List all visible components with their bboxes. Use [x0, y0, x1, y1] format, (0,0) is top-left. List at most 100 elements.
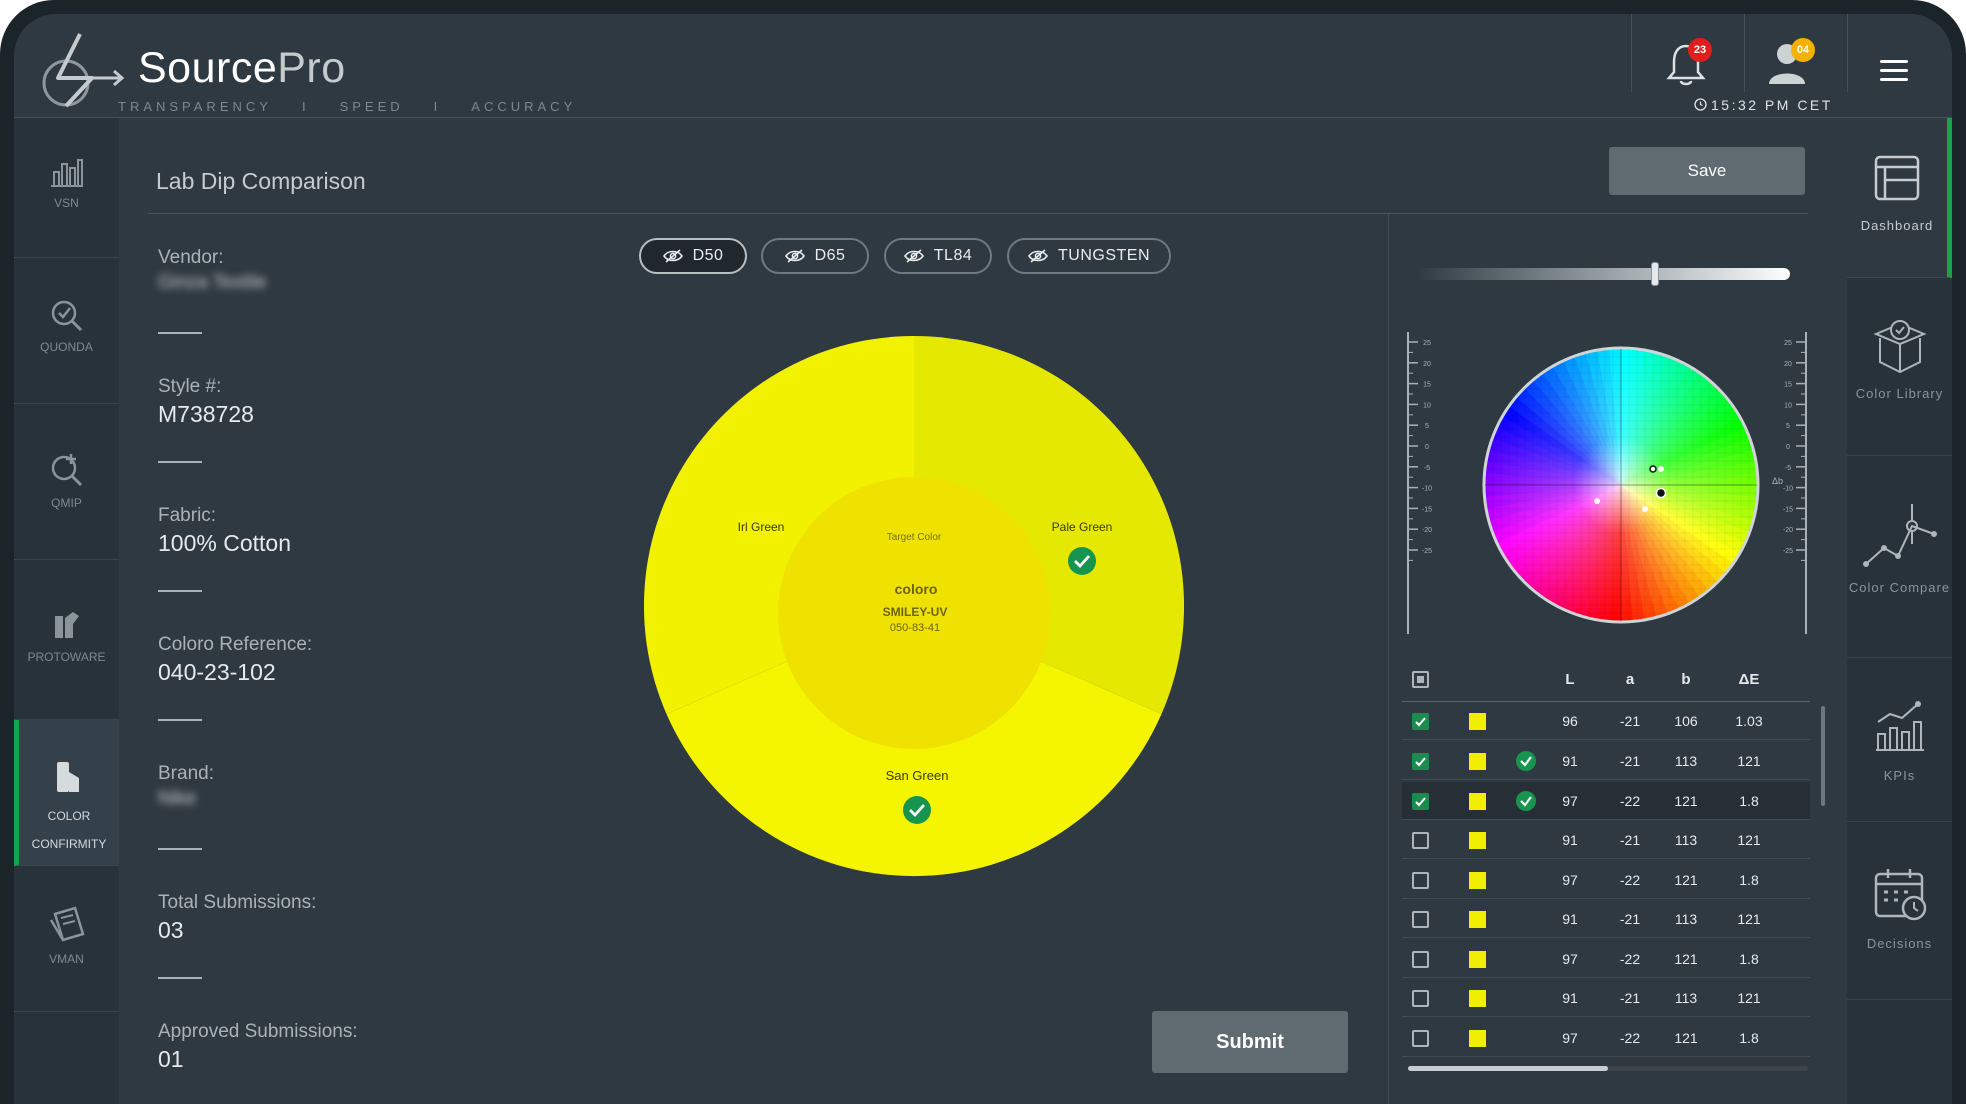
brand-label: Brand: — [158, 763, 214, 784]
intensity-slider-track[interactable] — [1416, 268, 1790, 280]
sidebar-item-label: QUONDA — [40, 340, 93, 354]
illuminant-tungsten[interactable]: TUNGSTEN — [1007, 238, 1171, 274]
dashboard-icon — [1874, 155, 1920, 201]
scale-tick-label: -20 — [1422, 527, 1432, 534]
field-divider — [158, 719, 202, 721]
sidebar-item-vsn[interactable]: VSN — [14, 118, 119, 258]
cell-b: 113 — [1674, 753, 1698, 769]
approved-check-icon — [1516, 791, 1536, 811]
table-row[interactable]: 91 -21 113 121 — [1402, 742, 1810, 780]
select-all-checkbox[interactable] — [1412, 671, 1429, 688]
lab-point[interactable] — [1658, 466, 1664, 472]
table-vertical-scrollbar[interactable] — [1821, 706, 1825, 806]
lab-point[interactable] — [1655, 487, 1667, 499]
illuminant-d50[interactable]: D50 — [639, 238, 747, 274]
lab-point[interactable] — [1642, 506, 1648, 512]
segment-label-san-green: San Green — [886, 768, 949, 783]
illuminant-label: TUNGSTEN — [1058, 247, 1150, 264]
sidebar-item-protoware[interactable]: PROTOWARE — [14, 560, 119, 720]
sidebar-item-dashboard[interactable]: Dashboard — [1847, 118, 1952, 278]
sidebar-item-vman[interactable]: VMAN — [14, 866, 119, 1012]
column-header-delta-e: ΔE — [1738, 671, 1760, 688]
field-divider — [158, 977, 202, 979]
sidebar-item-label: Decisions — [1866, 936, 1933, 951]
header-divider — [1631, 14, 1632, 92]
submit-button[interactable]: Submit — [1152, 1011, 1348, 1073]
hamburger-menu-icon[interactable] — [1880, 60, 1908, 82]
cell-l: 97 — [1562, 951, 1578, 967]
intensity-slider-handle[interactable] — [1651, 262, 1660, 286]
scale-tick-label: -10 — [1783, 486, 1793, 493]
sidebar-item-qmip[interactable]: QMIP — [14, 404, 119, 560]
cell-delta-e: 121 — [1737, 990, 1761, 1006]
row-checkbox[interactable] — [1412, 1030, 1429, 1047]
table-row[interactable]: 97 -22 121 1.8 — [1402, 940, 1810, 978]
sidebar-item-label: PROTOWARE — [27, 650, 106, 664]
tagline: TRANSPARENCY I SPEED I ACCURACY — [118, 99, 577, 114]
column-header-b: b — [1681, 671, 1691, 688]
table-row[interactable]: 91 -21 113 121 — [1402, 900, 1810, 938]
garment-icon — [54, 612, 79, 638]
scale-tick-label: 25 — [1784, 340, 1792, 347]
lab-point[interactable] — [1594, 498, 1600, 504]
sidebar-item-quonda[interactable]: QUONDA — [14, 258, 119, 404]
illuminant-d65[interactable]: D65 — [761, 238, 869, 274]
scale-tick-label: -15 — [1422, 506, 1432, 513]
user-profile-button[interactable]: 04 — [1767, 34, 1819, 90]
total-submissions-label: Total Submissions: — [158, 892, 317, 913]
right-sidebar: Dashboard Color Library Color Compare KP… — [1847, 118, 1952, 1104]
save-button[interactable]: Save — [1609, 147, 1805, 195]
row-checkbox[interactable] — [1412, 911, 1429, 928]
bar-chart-icon — [50, 159, 83, 187]
sidebar-item-color-library[interactable]: Color Library — [1847, 278, 1952, 456]
left-sidebar: VSN QUONDA QMIP PROTOWARE COLOR CONFIRMI… — [14, 118, 119, 1104]
sidebar-item-color-confirmity[interactable]: COLOR CONFIRMITY — [14, 720, 119, 866]
notifications-button[interactable]: 23 — [1666, 34, 1714, 90]
field-divider — [158, 590, 202, 592]
row-checkbox[interactable] — [1412, 990, 1429, 1007]
sidebar-item-label: VSN — [54, 196, 79, 210]
table-row[interactable]: 97 -22 121 1.8 — [1402, 861, 1810, 899]
cell-l: 91 — [1562, 753, 1578, 769]
scale-tick-label: 15 — [1423, 382, 1431, 389]
cell-l: 91 — [1562, 911, 1578, 927]
cell-l: 97 — [1562, 793, 1578, 809]
scale-tick-label: 25 — [1423, 340, 1431, 347]
illuminant-label: TL84 — [933, 247, 973, 264]
table-horizontal-scrollbar[interactable] — [1408, 1066, 1808, 1071]
lab-point[interactable] — [1649, 465, 1657, 473]
row-checkbox[interactable] — [1412, 793, 1429, 810]
app-screen: SourcePro TRANSPARENCY I SPEED I ACCURACY 23… — [14, 14, 1952, 1104]
row-checkbox[interactable] — [1412, 713, 1429, 730]
magnifier-plus-icon — [51, 454, 82, 487]
cell-a: -21 — [1619, 990, 1641, 1006]
vendor-value: Ginza Textile — [158, 272, 267, 293]
sidebar-item-color-compare[interactable]: Color Compare — [1847, 456, 1952, 658]
column-header-l: L — [1565, 671, 1575, 688]
top-header: SourcePro TRANSPARENCY I SPEED I ACCURACY 23… — [14, 14, 1952, 118]
sidebar-item-decisions[interactable]: Decisions — [1847, 822, 1952, 1000]
coloro-brand-text: coloro — [895, 581, 938, 597]
lab-dip-wheel: Irl Green Pale Green San Green Target Co… — [643, 336, 1185, 877]
table-row[interactable]: 91 -21 113 121 — [1402, 821, 1810, 859]
row-checkbox[interactable] — [1412, 753, 1429, 770]
table-row[interactable]: 96 -21 106 1.03 — [1402, 702, 1810, 740]
box-icon — [1872, 320, 1927, 374]
row-checkbox[interactable] — [1412, 832, 1429, 849]
right-scale: 25 20 15 10 5 0 -5 -10 -15 -20 -25 — [1783, 340, 1806, 561]
page-title: Lab Dip Comparison — [156, 168, 366, 194]
illuminant-label: D65 — [814, 247, 846, 264]
row-checkbox[interactable] — [1412, 872, 1429, 889]
segment-label-irl-green: Irl Green — [738, 520, 785, 534]
scale-tick-label: -15 — [1783, 506, 1793, 513]
color-swatch — [1469, 793, 1486, 810]
row-checkbox[interactable] — [1412, 951, 1429, 968]
table-row[interactable]: 97 -22 121 1.8 — [1402, 782, 1810, 820]
sidebar-item-kpis[interactable]: KPIs — [1847, 658, 1952, 822]
table-row[interactable]: 91 -21 113 121 — [1402, 979, 1810, 1017]
table-row[interactable]: 97 -22 121 1.8 — [1402, 1019, 1810, 1057]
illuminant-tl84[interactable]: TL84 — [884, 238, 992, 274]
scrollbar-thumb[interactable] — [1408, 1066, 1608, 1071]
column-header-a: a — [1625, 671, 1635, 688]
panel-divider — [1388, 214, 1389, 1104]
